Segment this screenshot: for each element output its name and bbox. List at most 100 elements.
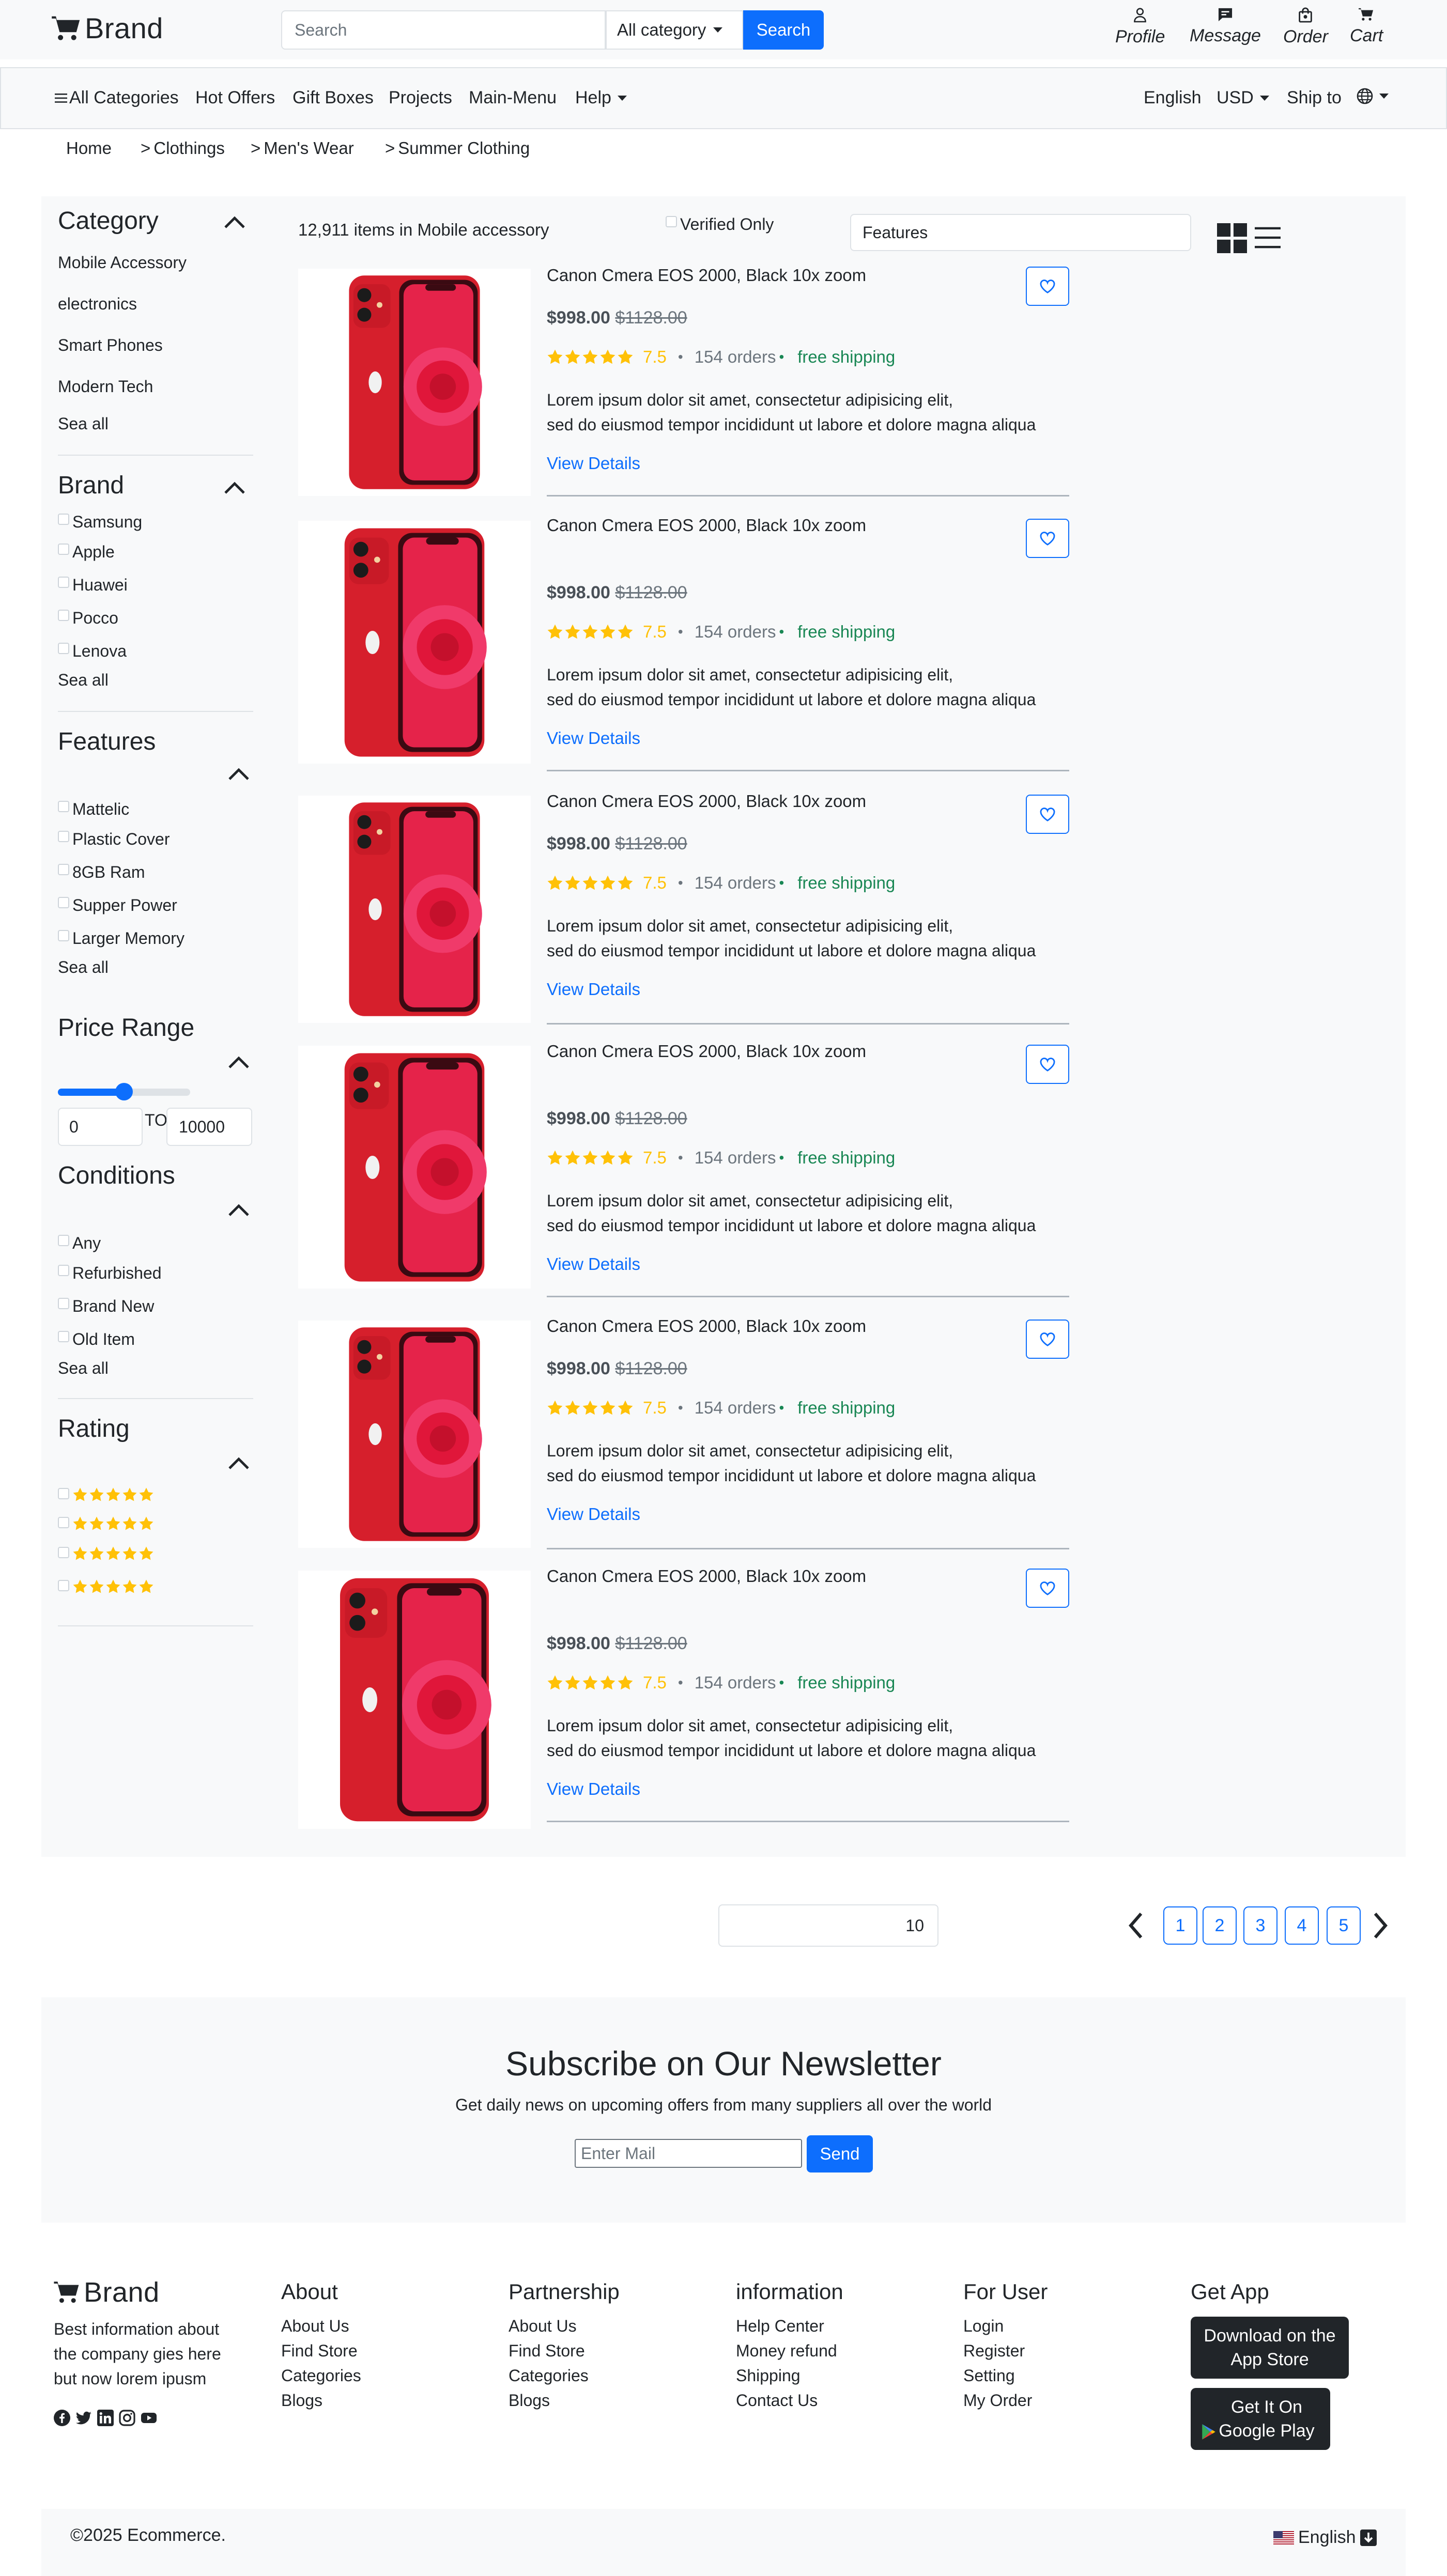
product-title[interactable]: Canon Cmera EOS 2000, Black 10x zoom <box>547 266 866 285</box>
features-select[interactable]: Features <box>850 214 1191 251</box>
chevron-up-icon[interactable] <box>227 1056 250 1069</box>
view-details-link[interactable]: View Details <box>547 980 640 999</box>
view-details-link[interactable]: View Details <box>547 1779 640 1799</box>
brand-option[interactable]: Samsung <box>58 513 142 532</box>
brand-option[interactable]: Huawei <box>58 576 128 595</box>
app-store-button[interactable]: Download on the App Store <box>1191 2317 1349 2379</box>
checkbox[interactable] <box>58 544 69 555</box>
breadcrumb-clothings[interactable]: > Clothings <box>141 138 225 158</box>
footer-link[interactable]: Shipping <box>736 2366 801 2385</box>
footer-link[interactable]: About Us <box>509 2317 577 2336</box>
product-image[interactable] <box>298 796 531 1023</box>
nav-projects[interactable]: Projects <box>389 88 452 108</box>
checkbox[interactable] <box>58 1580 69 1591</box>
feature-option[interactable]: Supper Power <box>58 896 177 915</box>
price-slider-track[interactable] <box>58 1083 190 1100</box>
checkbox[interactable] <box>58 577 69 588</box>
product-image[interactable] <box>298 269 531 496</box>
header-link-message[interactable]: Message <box>1190 7 1261 46</box>
sidebar-features-see-all[interactable]: Sea all <box>58 958 109 977</box>
sidebar-category-item[interactable]: Modern Tech <box>58 377 153 396</box>
footer-link[interactable]: Help Center <box>736 2317 824 2336</box>
footer-link[interactable]: My Order <box>963 2391 1032 2410</box>
footer-link[interactable]: Contact Us <box>736 2391 818 2410</box>
breadcrumb-summer-clothing[interactable]: > Summer Clothing <box>385 138 530 158</box>
footer-link[interactable]: Categories <box>509 2366 589 2385</box>
checkbox[interactable] <box>58 1547 69 1558</box>
page-button[interactable]: 1 <box>1163 1906 1197 1945</box>
condition-option[interactable]: Brand New <box>58 1297 154 1316</box>
product-image[interactable] <box>298 1571 531 1829</box>
newsletter-send-button[interactable]: Send <box>807 2135 873 2172</box>
chevron-up-icon[interactable] <box>227 1204 250 1217</box>
nav-language[interactable]: English <box>1144 88 1202 108</box>
feature-option[interactable]: Larger Memory <box>58 929 184 948</box>
footer-link[interactable]: Find Store <box>509 2341 585 2361</box>
brand-option[interactable]: Pocco <box>58 609 118 628</box>
chevron-up-icon[interactable] <box>227 768 250 781</box>
page-button[interactable]: 4 <box>1285 1906 1319 1945</box>
brand-option[interactable]: Apple <box>58 542 115 562</box>
view-details-link[interactable]: View Details <box>547 454 640 473</box>
feature-option[interactable]: 8GB Ram <box>58 863 145 882</box>
category-select[interactable]: All category <box>606 10 743 50</box>
footer-link[interactable]: Login <box>963 2317 1004 2336</box>
checkbox[interactable] <box>58 643 69 654</box>
favorite-button[interactable] <box>1026 1320 1069 1359</box>
search-button[interactable]: Search <box>743 10 824 50</box>
checkbox[interactable] <box>58 1331 69 1342</box>
feature-option[interactable]: Plastic Cover <box>58 830 170 849</box>
nav-help[interactable]: Help <box>575 88 627 108</box>
view-details-link[interactable]: View Details <box>547 1504 640 1524</box>
nav-currency[interactable]: USD <box>1217 88 1269 108</box>
chevron-up-icon[interactable] <box>223 482 246 495</box>
page-button[interactable]: 3 <box>1243 1906 1277 1945</box>
favorite-button[interactable] <box>1026 1045 1069 1084</box>
sidebar-category-item[interactable]: Smart Phones <box>58 336 163 355</box>
price-min-input[interactable]: 0 <box>58 1108 143 1146</box>
checkbox[interactable] <box>58 801 69 812</box>
nav-hot-offers[interactable]: Hot Offers <box>195 88 275 108</box>
footer-link[interactable]: Register <box>963 2341 1025 2361</box>
instagram-icon[interactable] <box>119 2410 135 2426</box>
footer-link[interactable]: Categories <box>281 2366 361 2385</box>
product-title[interactable]: Canon Cmera EOS 2000, Black 10x zoom <box>547 792 866 811</box>
condition-option[interactable]: Any <box>58 1234 101 1253</box>
rating-option[interactable] <box>58 1579 154 1594</box>
footer-link[interactable]: Blogs <box>281 2391 322 2410</box>
checkbox[interactable] <box>58 1488 69 1499</box>
header-link-profile[interactable]: Profile <box>1115 7 1165 47</box>
sidebar-category-item[interactable]: electronics <box>58 294 137 314</box>
brand-logo[interactable]: Brand <box>52 11 163 45</box>
product-title[interactable]: Canon Cmera EOS 2000, Black 10x zoom <box>547 1566 866 1586</box>
favorite-button[interactable] <box>1026 1569 1069 1608</box>
footer-link[interactable]: Find Store <box>281 2341 358 2361</box>
condition-option[interactable]: Old Item <box>58 1330 135 1349</box>
twitter-icon[interactable] <box>75 2410 92 2426</box>
nav-main-menu[interactable]: Main-Menu <box>469 88 557 108</box>
breadcrumb-mens-wear[interactable]: > Men's Wear <box>251 138 354 158</box>
checkbox[interactable] <box>58 864 69 875</box>
favorite-button[interactable] <box>1026 519 1069 558</box>
search-input[interactable]: Search <box>281 10 606 50</box>
rating-option[interactable] <box>58 1487 154 1502</box>
facebook-icon[interactable] <box>54 2410 70 2426</box>
header-link-order[interactable]: Order <box>1283 7 1328 47</box>
sidebar-category-item[interactable]: Mobile Accessory <box>58 253 187 272</box>
chevron-up-icon[interactable] <box>223 216 246 229</box>
sidebar-category-see-all[interactable]: Sea all <box>58 414 109 433</box>
price-slider-thumb[interactable] <box>115 1083 133 1100</box>
verified-only-toggle[interactable]: Verified Only <box>666 215 774 234</box>
linkedin-icon[interactable] <box>97 2410 114 2426</box>
youtube-icon[interactable] <box>141 2410 157 2426</box>
condition-option[interactable]: Refurbished <box>58 1264 162 1283</box>
rating-option[interactable] <box>58 1546 154 1561</box>
footer-link[interactable]: Blogs <box>509 2391 550 2410</box>
product-title[interactable]: Canon Cmera EOS 2000, Black 10x zoom <box>547 1316 866 1336</box>
page-button[interactable]: 5 <box>1327 1906 1361 1945</box>
footer-link[interactable]: About Us <box>281 2317 349 2336</box>
nav-region[interactable] <box>1357 88 1389 104</box>
product-image[interactable] <box>298 521 531 764</box>
product-image[interactable] <box>298 1321 531 1548</box>
sidebar-conditions-see-all[interactable]: Sea all <box>58 1359 109 1378</box>
